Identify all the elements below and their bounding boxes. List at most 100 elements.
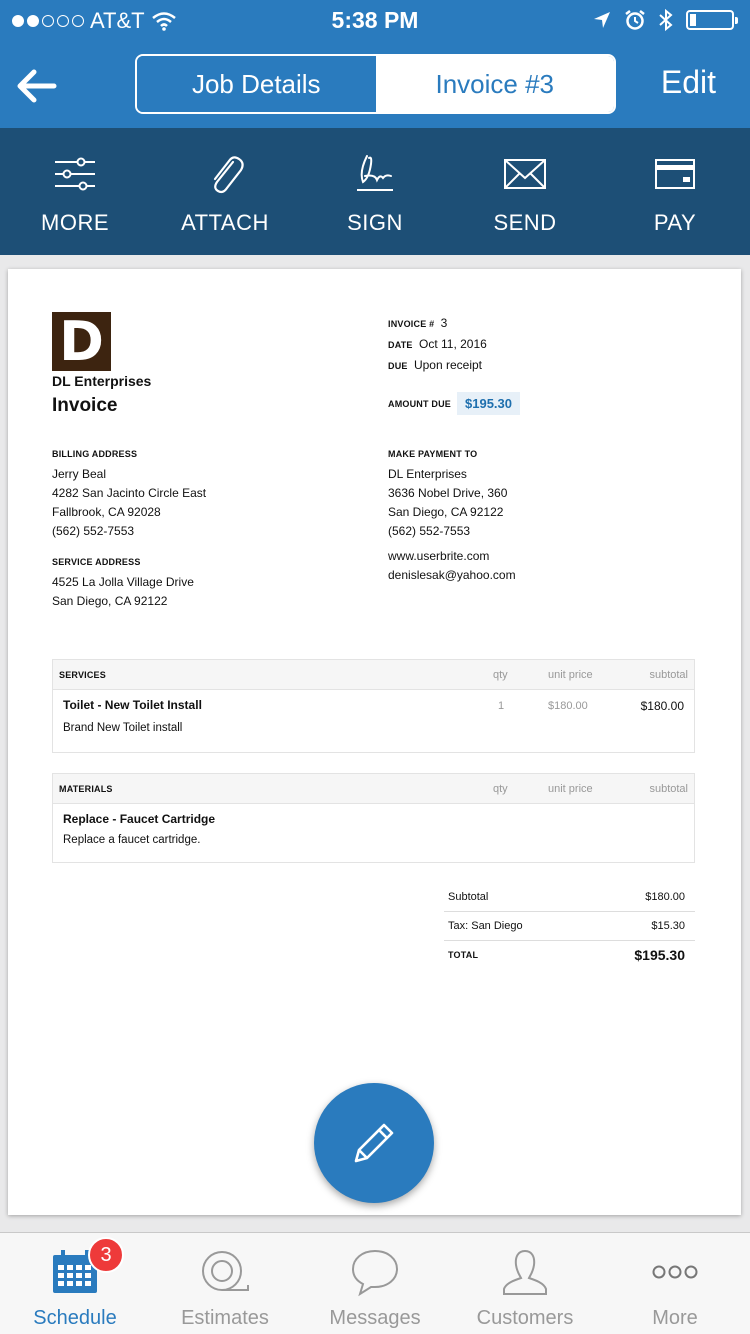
billing-line: (562) 552-7553 [52,524,135,538]
speech-bubble-icon [351,1249,399,1297]
invoice-meta: INVOICE # 3 DATE Oct 11, 2016 DUE Upon r… [388,313,487,376]
qty-column-header: qty [493,669,508,681]
edit-button[interactable]: Edit [661,64,716,101]
line-item-description: Replace a faucet cartridge. [63,834,201,846]
toolbar-pay-button[interactable]: PAY [600,128,750,255]
billing-line: Fallbrook, CA 92028 [52,505,161,519]
segment-job-details[interactable]: Job Details [137,56,376,112]
email-link[interactable]: denislesak@yahoo.com [388,566,516,585]
billing-address-heading: BILLING ADDRESS [52,449,138,459]
invoice-number: 3 [440,316,448,330]
invoice-number-label: INVOICE # [388,319,435,329]
date-label: DATE [388,340,413,350]
totals-summary: Subtotal $180.00 Tax: San Diego $15.30 T… [444,883,695,970]
toolbar-sign-button[interactable]: SIGN [300,128,450,255]
billing-line: 4282 San Jacinto Circle East [52,486,207,500]
pencil-icon [354,1123,394,1163]
service-line: 4525 La Jolla Village Drive [52,575,194,589]
tax-value: $15.30 [651,920,685,932]
envelope-icon [504,159,546,189]
more-dots-icon [652,1265,698,1279]
service-line: San Diego, CA 92122 [52,594,168,608]
amount-due: AMOUNT DUE $195.30 [388,392,520,415]
edit-invoice-fab[interactable] [314,1083,434,1203]
tab-messages[interactable]: Messages [300,1233,450,1334]
company-logo: D [52,312,111,371]
paperclip-icon [213,156,244,194]
toolbar-attach-button[interactable]: ATTACH [150,128,300,255]
table-row[interactable]: Toilet - New Toilet Install Brand New To… [53,690,694,752]
tab-customers[interactable]: Customers [450,1233,600,1334]
website-link[interactable]: www.userbrite.com [388,547,516,566]
battery-icon [686,10,738,30]
tab-customers-label: Customers [476,1307,574,1329]
tax-label: Tax: San Diego [448,920,523,932]
tab-schedule[interactable]: Schedule 3 [0,1233,150,1334]
payment-address-heading: MAKE PAYMENT TO [388,449,478,459]
segmented-control: Job Details Invoice #3 [135,54,616,114]
tab-more[interactable]: More [600,1233,750,1334]
tax-row: Tax: San Diego $15.30 [444,912,695,941]
subtotal-column-header: subtotal [649,783,688,795]
location-arrow-icon [594,12,610,28]
line-item-name: Toilet - New Toilet Install [63,698,202,712]
due-label: DUE [388,361,408,371]
person-icon [503,1249,547,1295]
tab-bar: Schedule 3 Estimates Messages Customers … [0,1232,750,1334]
total-row: TOTAL $195.30 [444,941,695,970]
tab-estimates[interactable]: Estimates [150,1233,300,1334]
subtotal-label: Subtotal [448,891,489,903]
toolbar-attach-label: ATTACH [181,210,269,235]
tab-estimates-label: Estimates [181,1307,269,1329]
materials-heading: MATERIALS [59,784,113,794]
back-arrow-icon[interactable] [14,64,58,108]
service-address: SERVICE ADDRESS 4525 La Jolla Village Dr… [52,557,194,611]
toolbar-more-button[interactable]: MORE [0,128,150,255]
payment-line: San Diego, CA 92122 [388,505,504,519]
toolbar-send-button[interactable]: SEND [450,128,600,255]
segment-invoice[interactable]: Invoice #3 [375,56,614,112]
materials-table-header: MATERIALS qty unit price subtotal [53,774,694,804]
unit-price-column-header: unit price [548,783,593,795]
tape-measure-icon [202,1251,249,1291]
subtotal-column-header: subtotal [649,669,688,681]
credit-card-icon [655,159,695,189]
due-terms: Upon receipt [413,358,482,372]
toolbar-send-label: SEND [493,210,557,235]
line-item-qty: 1 [498,700,505,712]
services-table: SERVICES qty unit price subtotal Toilet … [52,659,695,753]
payment-address: MAKE PAYMENT TO DL Enterprises 3636 Nobe… [388,449,507,541]
line-item-unit-price: $180.00 [548,700,588,712]
billing-address: BILLING ADDRESS Jerry Beal 4282 San Jaci… [52,449,206,541]
line-item-description: Brand New Toilet install [63,722,183,734]
line-item-name: Replace - Faucet Cartridge [63,812,216,826]
alarm-icon [625,10,645,30]
action-toolbar: MORE ATTACH SIGN SEND PAY [0,128,750,255]
bluetooth-icon [659,8,673,32]
materials-table: MATERIALS qty unit price subtotal Replac… [52,773,695,863]
payment-line: DL Enterprises [388,467,467,481]
company-contact: www.userbrite.com denislesak@yahoo.com [388,547,516,585]
logo-letter: D [59,312,104,371]
toolbar-pay-label: PAY [653,210,697,235]
schedule-badge: 3 [88,1237,124,1273]
line-item-subtotal: $180.00 [640,699,684,713]
qty-column-header: qty [493,783,508,795]
invoice-date: Oct 11, 2016 [418,337,487,351]
signature-icon [357,155,393,191]
services-heading: SERVICES [59,670,106,680]
amount-due-label: AMOUNT DUE [388,398,451,409]
payment-line: 3636 Nobel Drive, 360 [388,486,508,500]
service-address-heading: SERVICE ADDRESS [52,557,141,567]
nav-header: AT&T 5:38 PM Job Details Invoice #3 Edit [0,0,750,128]
subtotal-value: $180.00 [645,891,685,903]
subtotal-row: Subtotal $180.00 [444,883,695,912]
total-value: $195.30 [634,947,685,963]
tab-more-label: More [652,1307,698,1329]
status-bar: AT&T 5:38 PM [0,0,750,40]
billing-line: Jerry Beal [52,467,107,481]
invoice-document[interactable]: D DL Enterprises Invoice INVOICE # 3 DAT… [8,269,741,1215]
tab-messages-label: Messages [329,1307,421,1329]
toolbar-more-label: MORE [41,210,109,235]
table-row[interactable]: Replace - Faucet Cartridge Replace a fau… [53,804,694,862]
